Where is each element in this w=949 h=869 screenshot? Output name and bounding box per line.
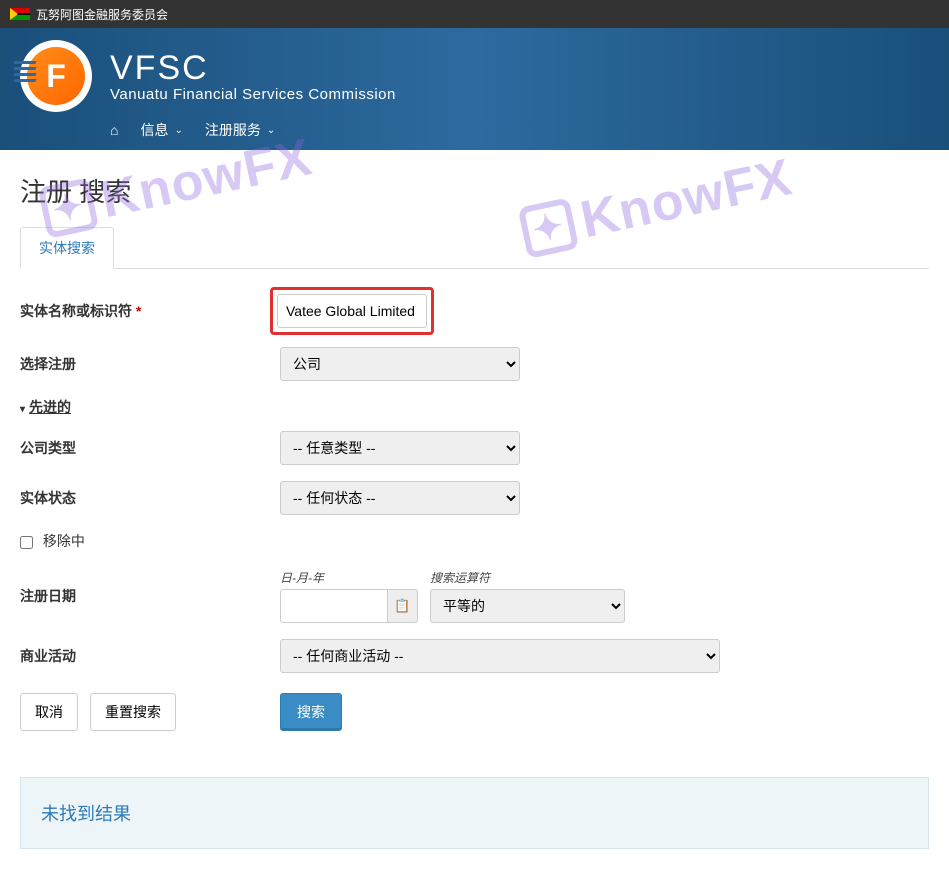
- vfsc-logo: F: [20, 40, 92, 112]
- brand-subtitle: Vanuatu Financial Services Commission: [110, 86, 396, 103]
- calendar-icon: 📋: [394, 598, 410, 614]
- cancel-button[interactable]: 取消: [20, 693, 78, 731]
- brand-title: VFSC: [110, 49, 396, 88]
- operator-sublabel: 搜索运算符: [430, 569, 625, 586]
- brand-text: VFSC Vanuatu Financial Services Commissi…: [110, 49, 396, 103]
- chevron-down-icon: ⌄: [267, 125, 275, 136]
- entity-name-label: 实体名称或标识符 *: [20, 301, 280, 321]
- reg-date-input[interactable]: [280, 589, 388, 623]
- page-title: 注册 搜索: [20, 172, 929, 209]
- advanced-toggle[interactable]: ▾先进的: [20, 397, 71, 417]
- content: 注册 搜索 实体搜索 实体名称或标识符 * 选择注册 公司 ▾先进的 公司类型: [0, 150, 949, 761]
- vanuatu-flag-icon: [10, 8, 30, 20]
- company-type-select[interactable]: -- 任意类型 --: [280, 431, 520, 465]
- company-type-label: 公司类型: [20, 438, 280, 458]
- highlight-annotation: [270, 287, 434, 335]
- date-sublabel: 日-月-年: [280, 569, 418, 586]
- search-operator-select[interactable]: 平等的: [430, 589, 625, 623]
- business-activity-label: 商业活动: [20, 646, 280, 666]
- business-activity-select[interactable]: -- 任何商业活动 --: [280, 639, 720, 673]
- header: F VFSC Vanuatu Financial Services Commis…: [0, 28, 949, 150]
- nav-register-services-label: 注册服务: [205, 120, 261, 140]
- reg-date-label: 注册日期: [20, 586, 280, 606]
- date-picker-button[interactable]: 📋: [388, 589, 418, 623]
- results-panel: 未找到结果: [20, 777, 929, 849]
- nav-register-services[interactable]: 注册服务 ⌄: [205, 120, 275, 140]
- nav-info-label: 信息: [140, 120, 168, 140]
- topbar: 瓦努阿图金融服务委员会: [0, 0, 949, 28]
- entity-status-label: 实体状态: [20, 488, 280, 508]
- entity-status-select[interactable]: -- 任何状态 --: [280, 481, 520, 515]
- chevron-down-icon: ⌄: [174, 125, 182, 136]
- select-register[interactable]: 公司: [280, 347, 520, 381]
- caret-down-icon: ▾: [20, 404, 25, 415]
- removing-checkbox[interactable]: [20, 536, 33, 549]
- tabs: 实体搜索: [20, 227, 929, 269]
- nav-home[interactable]: ⌂: [110, 122, 118, 138]
- home-icon: ⌂: [110, 122, 118, 138]
- select-register-label: 选择注册: [20, 354, 280, 374]
- topbar-title: 瓦努阿图金融服务委员会: [36, 6, 168, 23]
- removing-checkbox-label[interactable]: 移除中: [20, 533, 85, 549]
- entity-name-input[interactable]: [277, 294, 427, 328]
- search-button[interactable]: 搜索: [280, 693, 342, 731]
- reset-button[interactable]: 重置搜索: [90, 693, 176, 731]
- tab-entity-search[interactable]: 实体搜索: [20, 227, 114, 269]
- main-nav: ⌂ 信息 ⌄ 注册服务 ⌄: [110, 120, 929, 150]
- nav-info[interactable]: 信息 ⌄: [140, 120, 182, 140]
- no-results-text: 未找到结果: [41, 804, 131, 824]
